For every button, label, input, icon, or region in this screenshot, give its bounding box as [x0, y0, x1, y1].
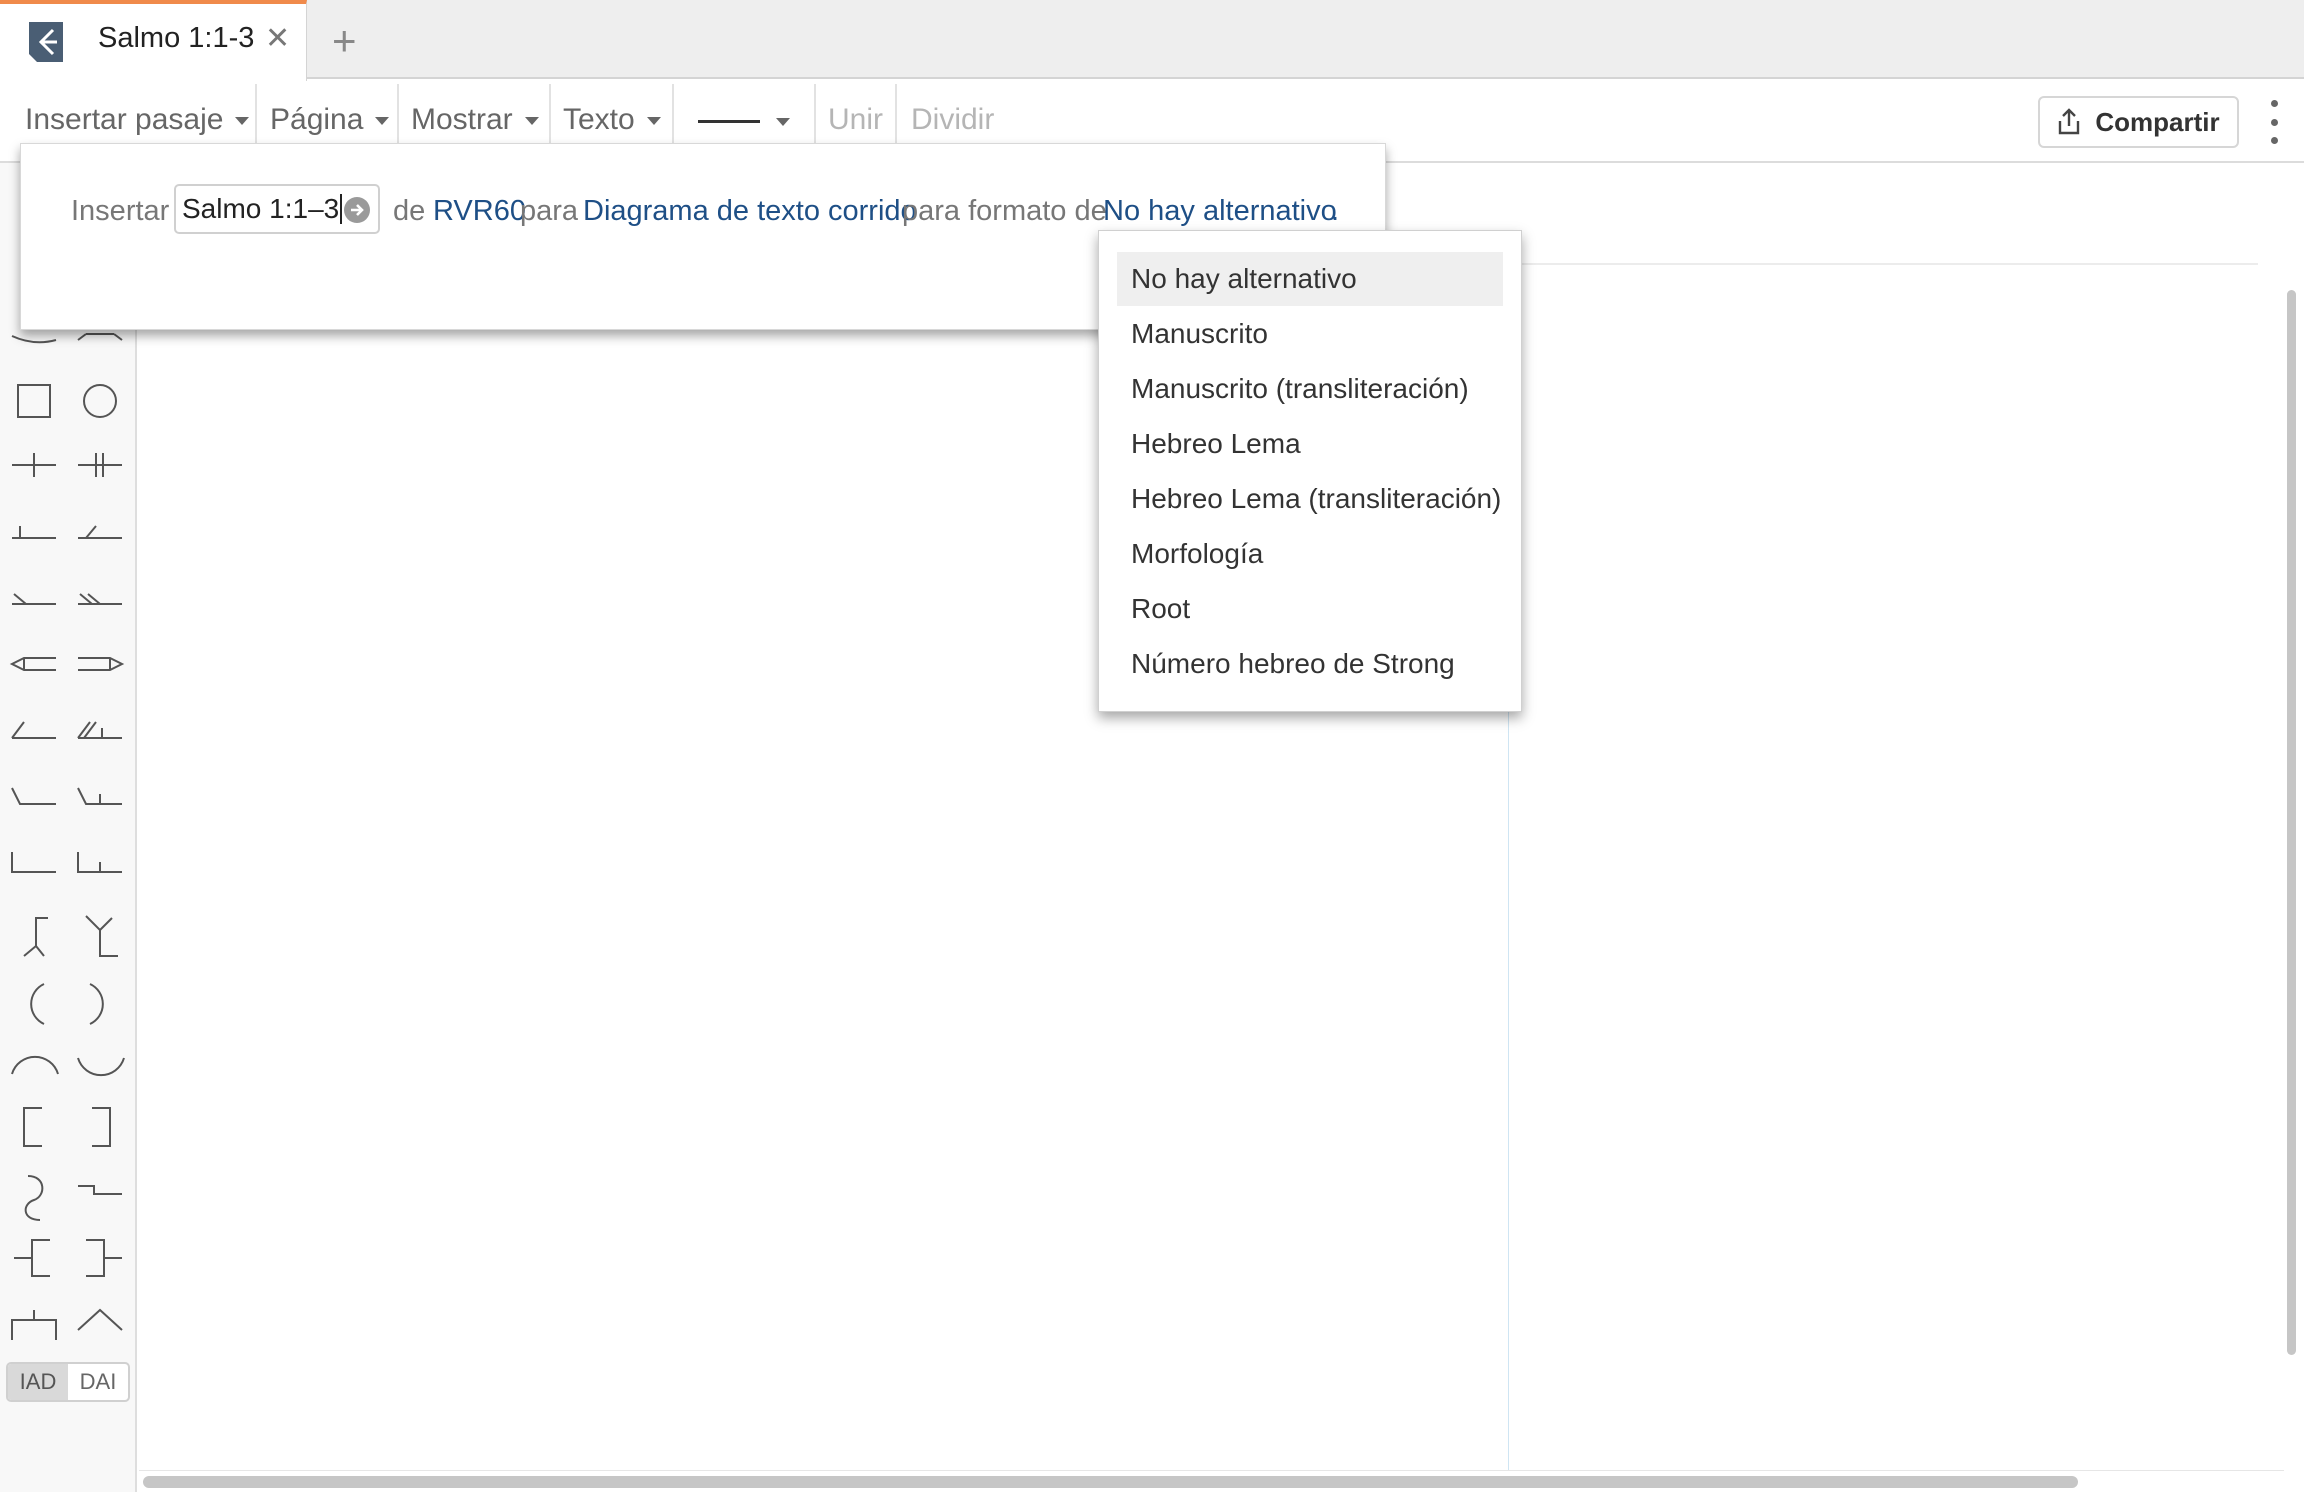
toolbar-divider: [814, 84, 816, 146]
close-icon[interactable]: ✕: [265, 24, 290, 54]
double-modifier-shape-icon[interactable]: [78, 593, 122, 605]
text-cursor: [340, 194, 343, 224]
page-label: Página: [270, 103, 364, 136]
dropdown-item-hebrew-lemma-translit[interactable]: Hebreo Lema (transliteración): [1117, 472, 1503, 526]
dropdown-item-hebrew-lemma[interactable]: Hebreo Lema: [1117, 417, 1503, 471]
page-menu[interactable]: Página: [270, 102, 390, 138]
close-paren-shape-icon[interactable]: [89, 983, 104, 1025]
slant-left-shape-icon[interactable]: [11, 721, 56, 739]
text-menu[interactable]: Texto: [563, 102, 661, 138]
text-label: Texto: [563, 103, 635, 136]
dropdown-item-manuscript[interactable]: Manuscrito: [1117, 307, 1503, 361]
divider-shape-icon[interactable]: [12, 453, 56, 477]
toggle-dai[interactable]: DAI: [68, 1364, 128, 1400]
open-paren-shape-icon[interactable]: [30, 983, 45, 1025]
more-vertical-icon[interactable]: [2264, 100, 2284, 144]
dropdown-item-manuscript-translit[interactable]: Manuscrito (transliteración): [1117, 362, 1503, 416]
dropdown-item-morphology[interactable]: Morfología: [1117, 527, 1503, 581]
insert-passage-menu[interactable]: Insertar pasaje: [25, 102, 250, 138]
square-shape-icon[interactable]: [17, 384, 51, 418]
subject-base-shape-icon[interactable]: [12, 526, 56, 539]
modifier-shape-icon[interactable]: [12, 593, 56, 605]
de-label: de: [393, 195, 426, 227]
para-label: para: [520, 195, 579, 227]
toolbar-divider: [549, 84, 551, 146]
step-shape-icon[interactable]: [78, 1185, 122, 1195]
dropdown-item-no-alternative[interactable]: No hay alternativo: [1117, 252, 1503, 306]
plus-icon[interactable]: +: [332, 20, 357, 62]
share-icon: [2059, 108, 2080, 135]
canvas-bottom-divider: [139, 1470, 2284, 1471]
circle-shape-icon[interactable]: [83, 384, 117, 418]
join-button[interactable]: Unir: [828, 102, 883, 138]
line-style-preview: [698, 120, 760, 123]
tab-title: Salmo 1:1-3: [98, 22, 255, 54]
language-toggle: IAD DAI: [6, 1362, 130, 1402]
app-diagram-icon: [29, 22, 63, 62]
double-divider-shape-icon[interactable]: [78, 453, 122, 477]
toggle-iad[interactable]: IAD: [8, 1364, 68, 1400]
caret-down-icon: [524, 117, 539, 126]
format-label: para formato de: [902, 195, 1107, 227]
table-stem-shape-icon[interactable]: [11, 1310, 57, 1340]
bracket-left-stem-icon[interactable]: [14, 1239, 50, 1277]
go-arrow-icon[interactable]: [344, 197, 370, 223]
bracket-fork-left-icon[interactable]: [23, 917, 48, 957]
left-arrow-box-icon[interactable]: [9, 657, 56, 671]
corner-fork-icon[interactable]: [77, 852, 122, 873]
dropdown-item-root[interactable]: Root: [1117, 582, 1503, 636]
toolbar-divider: [397, 84, 399, 146]
arc-down-shape-icon[interactable]: [77, 1057, 125, 1077]
caret-down-icon: [646, 117, 661, 126]
bracket-right-stem-icon[interactable]: [86, 1239, 122, 1277]
right-arrow-box-icon[interactable]: [78, 657, 125, 671]
insert-label: Insertar: [71, 195, 170, 227]
palette-shapes: [9, 384, 125, 1340]
slant-fork-shape-icon[interactable]: [77, 721, 122, 739]
corner-shape-icon[interactable]: [11, 852, 56, 873]
split-button[interactable]: Dividir: [911, 102, 994, 138]
passage-input-value: Salmo 1:1–3: [182, 193, 340, 224]
share-label: Compartir: [2095, 106, 2220, 137]
s-curve-shape-icon[interactable]: [24, 1175, 44, 1221]
horizontal-scrollbar[interactable]: [143, 1476, 2078, 1488]
caret-down-icon: [375, 117, 390, 126]
toolbar-divider: [895, 84, 897, 146]
caret-shape-icon[interactable]: [77, 1308, 123, 1331]
version-link[interactable]: RVR60: [433, 193, 526, 229]
toolbar-divider: [672, 84, 674, 146]
column-guide: [1508, 660, 1509, 1470]
format-dropdown: No hay alternativo Manuscrito Manuscrito…: [1098, 230, 1522, 712]
slant-down-shape-icon[interactable]: [11, 787, 56, 805]
insert-passage-label: Insertar pasaje: [25, 103, 224, 136]
vertical-scrollbar[interactable]: [2287, 290, 2296, 1355]
show-menu[interactable]: Mostrar: [411, 102, 539, 138]
format-link[interactable]: No hay alternativo: [1103, 193, 1337, 229]
period-text: .: [1331, 195, 1340, 227]
caret-down-icon: [235, 117, 250, 126]
share-button[interactable]: Compartir: [2038, 96, 2239, 148]
bracket-fork-right-icon[interactable]: [85, 915, 118, 957]
dropdown-item-strong-number[interactable]: Número hebreo de Strong: [1117, 637, 1503, 691]
slant-down-fork-icon[interactable]: [77, 787, 122, 805]
show-label: Mostrar: [411, 103, 513, 136]
toolbar-divider: [255, 84, 257, 146]
caret-down-icon: [776, 118, 790, 126]
passage-input[interactable]: Salmo 1:1–3: [174, 184, 380, 234]
close-bracket-shape-icon[interactable]: [92, 1107, 111, 1147]
slant-base-shape-icon[interactable]: [78, 525, 122, 539]
arc-up-shape-icon[interactable]: [11, 1055, 59, 1075]
diagram-type-link[interactable]: Diagrama de texto corrido: [583, 193, 917, 229]
open-bracket-shape-icon[interactable]: [23, 1107, 42, 1147]
